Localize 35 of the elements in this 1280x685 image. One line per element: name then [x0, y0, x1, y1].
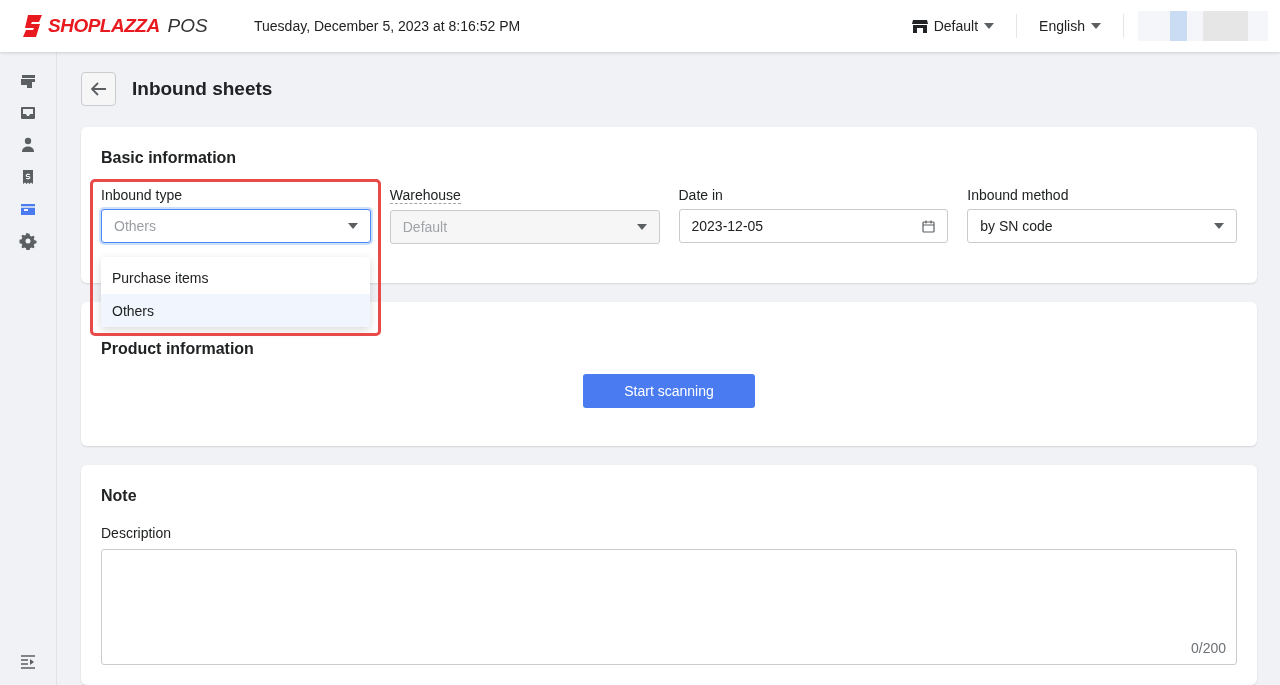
date-time: Tuesday, December 5, 2023 at 8:16:52 PM — [254, 18, 521, 34]
field-label: Inbound method — [967, 187, 1069, 203]
character-counter: 0/200 — [1190, 640, 1226, 656]
section-title: Basic information — [101, 149, 238, 167]
caret-icon — [347, 223, 358, 229]
store-dropdown[interactable]: Default — [889, 14, 1017, 38]
language-dropdown[interactable]: English — [1017, 14, 1123, 38]
page-title: Inbound sheets — [132, 78, 273, 100]
section-title: Product information — [101, 340, 255, 358]
field-label: Date in — [678, 187, 723, 203]
brand-name: SHOPLAZZA — [48, 15, 160, 37]
caret-icon — [636, 224, 647, 230]
start-scanning-button[interactable]: Start scanning — [583, 374, 755, 408]
inbox-icon[interactable] — [19, 104, 37, 122]
back-button[interactable] — [81, 72, 116, 106]
description-field[interactable]: 0/200 — [101, 549, 1237, 665]
expand-menu-icon[interactable] — [19, 653, 37, 671]
logo-icon — [22, 14, 44, 38]
settings-icon[interactable] — [19, 232, 37, 250]
field-label: Warehouse — [389, 187, 461, 204]
person-icon[interactable] — [19, 136, 37, 154]
caret-icon — [1091, 23, 1101, 29]
dropdown-option[interactable]: Purchase items — [101, 261, 370, 294]
caret-icon — [984, 23, 995, 29]
dropdown-option[interactable]: Others — [101, 294, 370, 327]
section-title: Note — [101, 487, 138, 505]
select-field[interactable]: by SN code — [967, 209, 1237, 243]
store-icon — [911, 19, 928, 33]
date-field[interactable]: 2023-12-05 — [678, 209, 949, 243]
back-arrow-icon — [90, 82, 107, 96]
field-label: Inbound type — [101, 187, 182, 203]
calendar-icon — [922, 219, 936, 233]
brand-suffix: POS — [167, 15, 208, 37]
caret-icon — [1214, 223, 1224, 229]
field-label: Description — [101, 525, 172, 541]
